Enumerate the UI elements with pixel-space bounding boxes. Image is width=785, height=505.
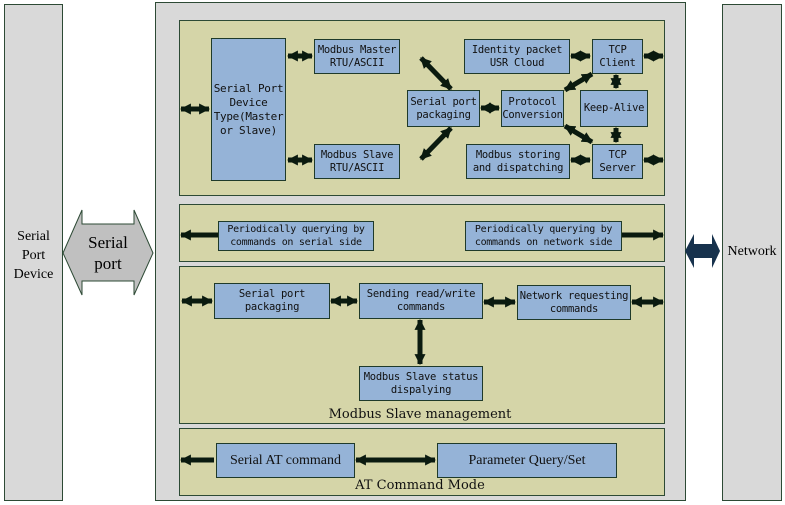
modbus-storing-box: Modbus storing and dispatching [466,144,570,179]
sending-commands-box: Sending read/write commands [359,283,483,319]
network-arrow [685,234,720,268]
tcp-client-box: TCP Client [592,39,643,74]
serial-at-command-box: Serial AT command [216,443,355,478]
modbus-master-box: Modbus Master RTU/ASCII [314,39,400,74]
identity-packet-box: Identity packet USR Cloud [464,39,570,74]
polling-serial-side-box: Periodically querying by commands on ser… [218,221,374,251]
network-requesting-box: Network requesting commands [517,285,631,320]
parameter-query-box: Parameter Query/Set [437,443,617,478]
modbus-slave-management-title: Modbus Slave management [328,407,512,422]
modbus-slave-box: Modbus Slave RTU/ASCII [314,144,400,179]
arrow [419,56,453,91]
device-type-box: Serial Port Device Type(Master or Slave) [211,38,286,181]
serial-port-packaging-box: Serial port packaging [407,90,480,127]
arrow [419,126,453,161]
keep-alive-box: Keep-Alive [580,90,648,127]
diagram: Serial Port Device Network Serial port S… [0,0,785,505]
slave-serial-packaging-box: Serial port packaging [214,283,330,319]
slave-status-box: Modbus Slave status dispalying [359,366,483,401]
serial-port-arrow-label: Serial port [88,233,128,273]
polling-network-side-box: Periodically querying by commands on net… [465,221,622,251]
tcp-server-box: TCP Server [592,144,643,179]
arrow [563,123,594,145]
arrow [563,71,594,93]
protocol-conversion-box: Protocol Conversion [501,90,564,127]
at-command-mode-title: AT Command Mode [355,478,485,493]
